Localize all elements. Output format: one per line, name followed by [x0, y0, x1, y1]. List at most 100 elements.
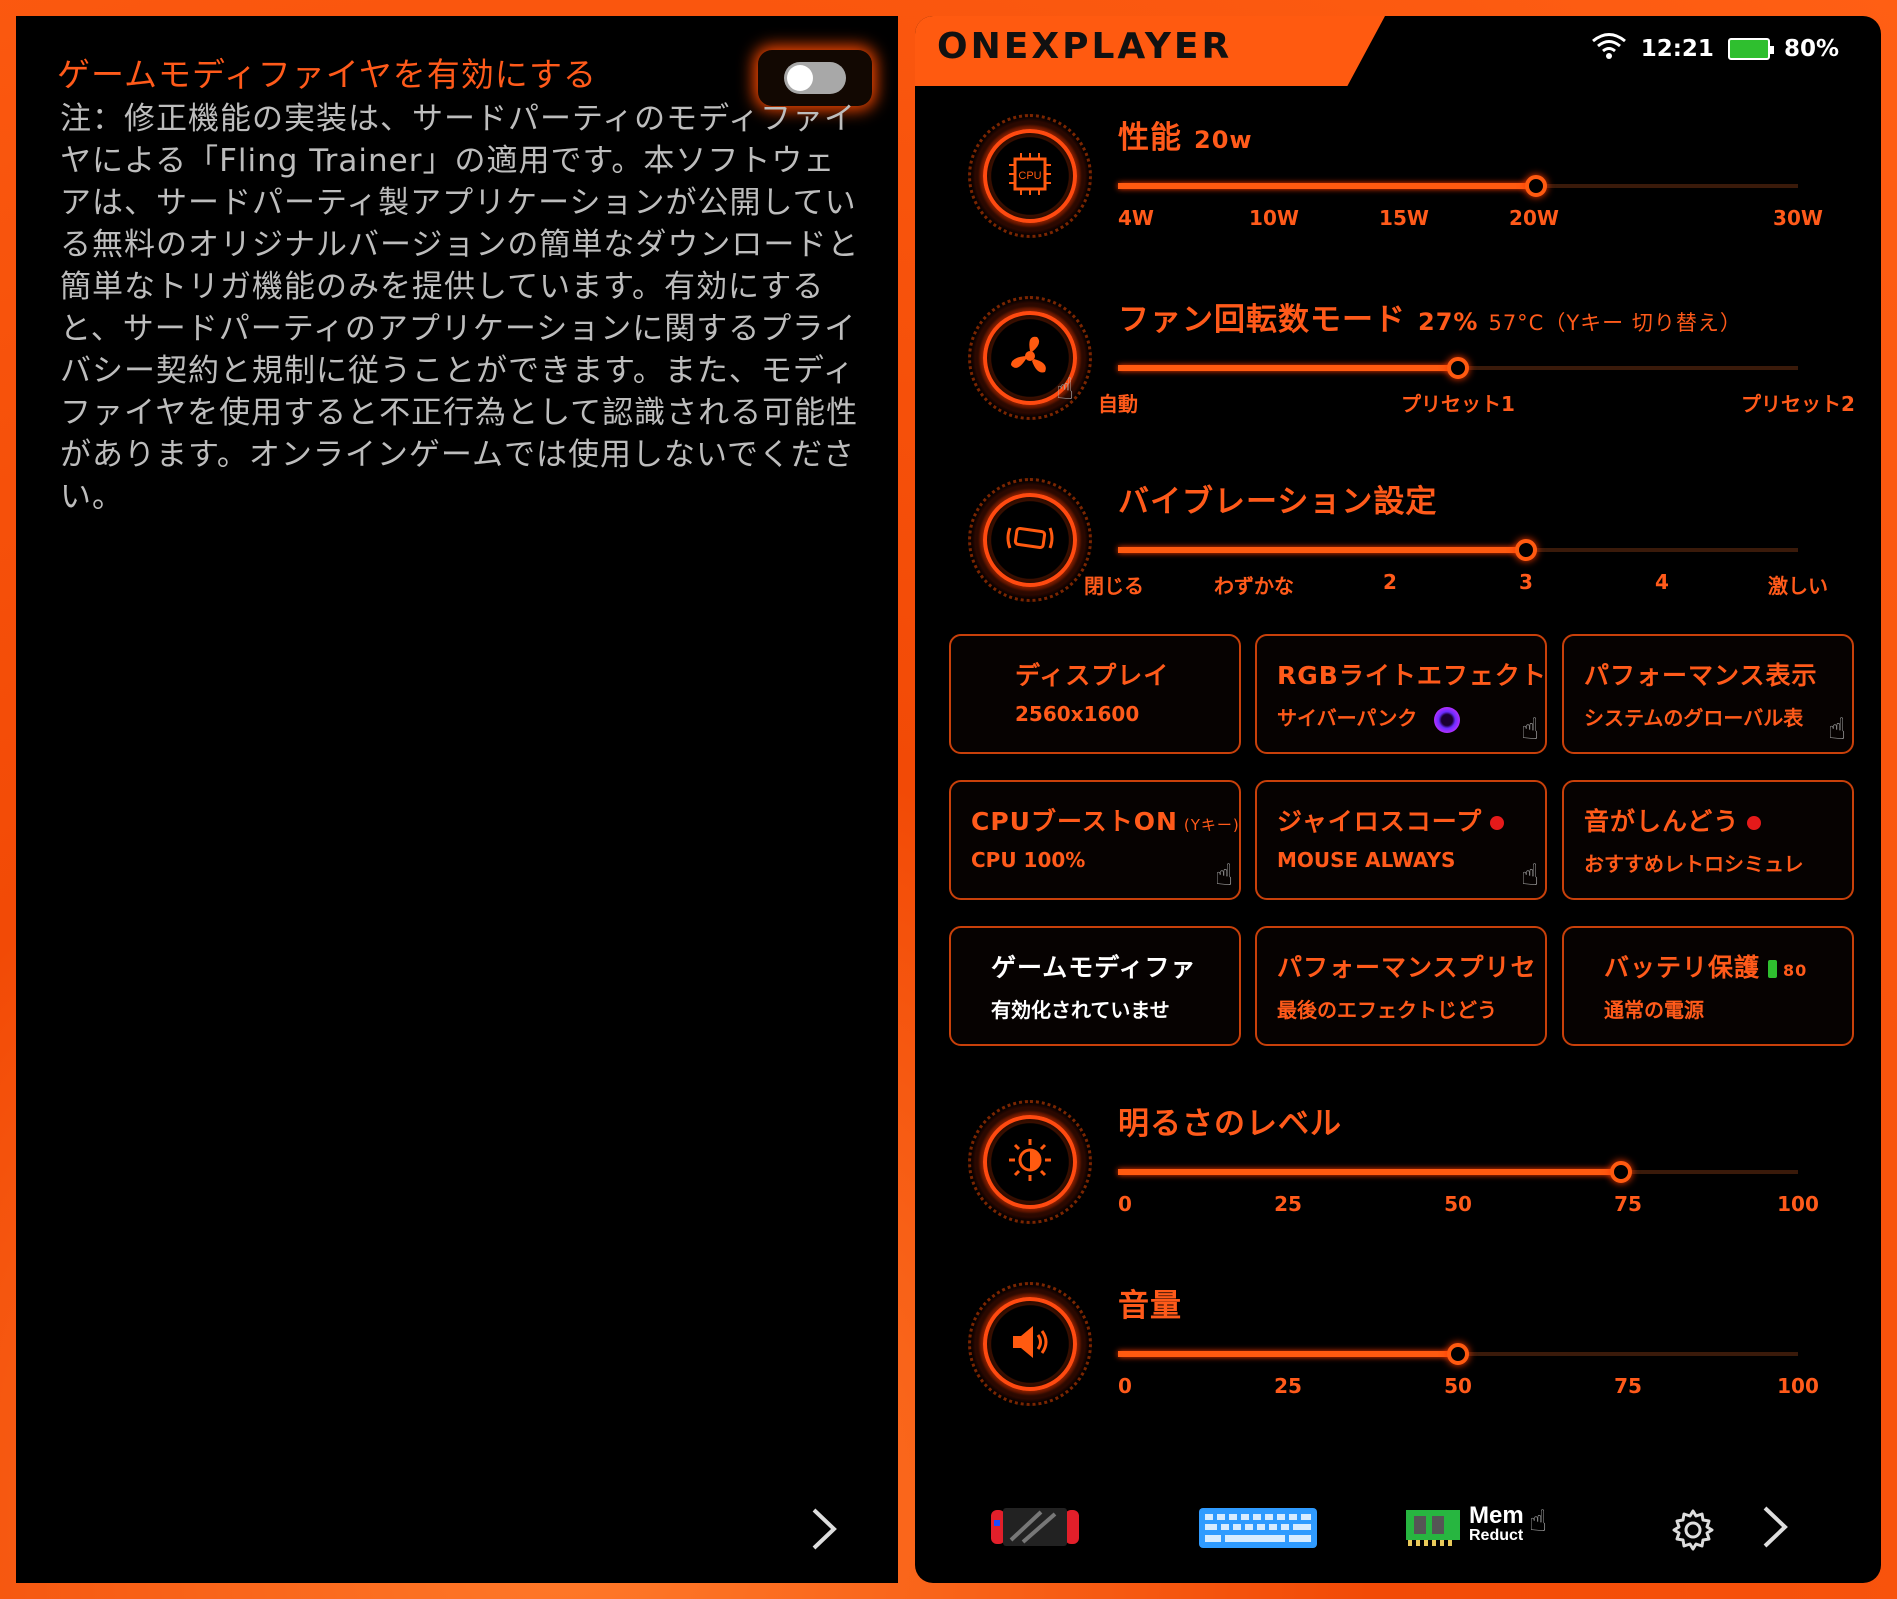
performance-slider-knob[interactable] [1525, 175, 1548, 197]
game-console-icon[interactable] [991, 1506, 1079, 1552]
fan-temp: 57°C（Yキー 切り替え） [1488, 311, 1742, 335]
gear-icon[interactable] [1671, 1508, 1715, 1556]
display-card[interactable]: ディスプレイ 2560x1600 [949, 634, 1241, 754]
tick-label: プリセット2 [1741, 392, 1855, 416]
performance-overlay-card[interactable]: パフォーマンス表示 システムのグローバル表 ☝ [1562, 634, 1854, 754]
fan-slider[interactable] [1118, 357, 1798, 379]
tick-label: 閉じる [1084, 574, 1144, 598]
performance-value: 20w [1194, 126, 1253, 154]
card-title: バッテリ保護 [1604, 953, 1761, 982]
card-title: ディスプレイ [1015, 661, 1170, 690]
brightness-slider-knob[interactable] [1610, 1161, 1633, 1183]
vibration-slider[interactable] [1118, 539, 1798, 561]
performance-setting: CPU 性能 20w 4W 10W 15W 20W 30W [968, 96, 1868, 238]
reduct-label: Reduct [1469, 1527, 1524, 1544]
tick-label: 10W [1249, 206, 1299, 230]
hand-pointer-icon: ☝ [1529, 1504, 1548, 1539]
speaker-icon [1005, 1317, 1055, 1371]
modifier-panel: ゲームモディファイヤを有効にする 注：修正機能の実装は、サードパーティのモディフ… [16, 16, 898, 1583]
mem-label: Mem [1469, 1502, 1524, 1529]
tick-label: 50 [1444, 1192, 1472, 1216]
volume-title: 音量 [1118, 1288, 1182, 1324]
header-tab: ONEXPLAYER [915, 16, 1385, 86]
svg-text:CPU: CPU [1018, 170, 1041, 182]
card-title: RGBライトエフェクト [1277, 661, 1547, 690]
status-dot [1490, 816, 1505, 830]
fan-title: ファン回転数モード [1118, 302, 1406, 338]
brightness-title: 明るさのレベル [1118, 1106, 1342, 1142]
vibration-dial [968, 478, 1092, 602]
rgb-swatch-icon [1434, 706, 1461, 733]
mem-reduct-label[interactable]: Mem Reduct [1469, 1504, 1524, 1544]
chevron-right-icon[interactable] [808, 1506, 838, 1552]
vibration-ticks: 閉じる わずかな 2 3 4 激しい [1084, 570, 1828, 598]
sound-vibration-card[interactable]: 音がしんどう おすすめレトロシミュレ [1562, 780, 1854, 900]
brightness-dial [968, 1100, 1092, 1224]
card-value: MOUSE ALWAYS [1277, 848, 1456, 872]
card-value: 通常の電源 [1604, 998, 1704, 1022]
toggle-knob [787, 65, 813, 91]
tick-label: 30W [1773, 206, 1823, 230]
performance-preset-card[interactable]: パフォーマンスプリセ 最後のエフェクトじどう [1255, 926, 1547, 1046]
card-title: パフォーマンス表示 [1584, 661, 1818, 690]
tick-label: 15W [1379, 206, 1429, 230]
tick-label: 100 [1777, 1374, 1819, 1398]
control-panel: ONEXPLAYER 12:21 80% CPU 性能 20w 4W 10W 15… [915, 16, 1881, 1583]
tick-label: 75 [1614, 1192, 1642, 1216]
memory-chip-icon[interactable] [1404, 1506, 1462, 1552]
card-title: CPUブーストON [971, 807, 1178, 836]
brightness-setting: 明るさのレベル 0 25 50 75 100 [968, 1082, 1868, 1224]
fan-slider-knob[interactable] [1447, 357, 1469, 379]
tick-label: 25 [1274, 1374, 1302, 1398]
card-value: CPU 100% [971, 848, 1086, 872]
tick-label: 3 [1519, 570, 1533, 594]
gyroscope-card[interactable]: ジャイロスコープ MOUSE ALWAYS ☝ [1255, 780, 1547, 900]
card-title: 音がしんどう [1584, 807, 1740, 836]
game-modifier-card[interactable]: ゲームモディファ 有効化されていませ [949, 926, 1241, 1046]
fan-icon [1003, 329, 1057, 387]
tick-label: 4W [1118, 206, 1154, 230]
card-value: 最後のエフェクトじどう [1277, 998, 1497, 1022]
cpu-icon: CPU [1005, 149, 1055, 203]
volume-ticks: 0 25 50 75 100 [1118, 1374, 1819, 1398]
chevron-right-icon[interactable] [1759, 1504, 1789, 1554]
card-value: システムのグローバル表 [1584, 706, 1804, 730]
tick-label: 激しい [1768, 574, 1828, 598]
volume-dial [968, 1282, 1092, 1406]
volume-slider-knob[interactable] [1447, 1343, 1469, 1365]
tick-label: 2 [1383, 570, 1397, 594]
cpu-boost-card[interactable]: CPUブーストON (Yキー) CPU 100% ☝ [949, 780, 1241, 900]
rgb-card[interactable]: RGBライトエフェクト サイバーパンク ☝ [1255, 634, 1547, 754]
status-bar: 12:21 80% [1591, 32, 1839, 66]
performance-slider[interactable] [1118, 175, 1798, 197]
performance-title: 性能 [1118, 120, 1182, 156]
fan-value: 27% [1418, 308, 1479, 336]
modifier-description: 注：修正機能の実装は、サードパーティのモディファイヤによる「Fling Trai… [60, 101, 860, 515]
hand-pointer-icon: ☝ [1215, 858, 1234, 893]
battery-percent: 80% [1783, 36, 1839, 62]
tick-label: 75 [1614, 1374, 1642, 1398]
performance-ticks: 4W 10W 15W 20W 30W [1118, 206, 1823, 230]
vibration-slider-knob[interactable] [1515, 539, 1537, 561]
tick-label: 0 [1118, 1192, 1132, 1216]
vibration-icon [1002, 518, 1058, 562]
toggle-track [784, 62, 846, 94]
tick-label: 100 [1777, 1192, 1819, 1216]
tick-label: 20W [1509, 206, 1559, 230]
tick-label: 4 [1655, 570, 1669, 594]
tick-label: 25 [1274, 1192, 1302, 1216]
brightness-slider[interactable] [1118, 1161, 1798, 1183]
cpu-dial: CPU [968, 114, 1092, 238]
vibration-setting: バイブレーション設定 閉じる わずかな 2 3 4 激しい [968, 460, 1868, 602]
hand-pointer-icon: ☝ [1521, 712, 1540, 747]
card-title-suffix: (Yキー) [1183, 816, 1240, 834]
bottom-toolbar: Mem Reduct ☝ [915, 1504, 1881, 1574]
battery-protection-card[interactable]: バッテリ保護 80 通常の電源 [1562, 926, 1854, 1046]
card-value: 有効化されていませ [991, 998, 1170, 1022]
card-title-suffix: 80 [1783, 961, 1808, 980]
card-value: サイバーパンク [1277, 706, 1418, 730]
volume-slider[interactable] [1118, 1343, 1798, 1365]
hand-pointer-icon: ☝ [1828, 712, 1847, 747]
volume-setting: 音量 0 25 50 75 100 [968, 1264, 1868, 1406]
keyboard-icon[interactable] [1199, 1508, 1317, 1552]
